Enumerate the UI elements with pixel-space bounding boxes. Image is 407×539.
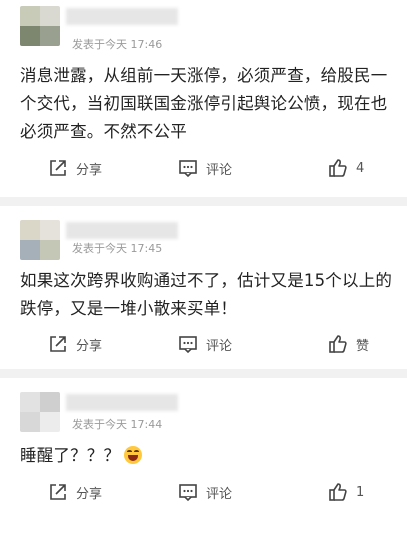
grinning-face-emoji: [124, 446, 143, 464]
thumbs-up-icon: [329, 483, 347, 501]
like-button[interactable]: 赞: [328, 331, 369, 357]
username[interactable]: [66, 222, 178, 239]
comment-actions: 分享 评论 赞: [0, 331, 407, 357]
comment-header: 发表于今天 17:45: [0, 206, 407, 260]
thumbs-up-icon: [329, 159, 347, 177]
comment-actions: 分享 评论 4: [0, 155, 407, 181]
comment-icon: [179, 160, 197, 178]
comment-feed: 发表于今天 17:46 消息泄露，从组前一天涨停，必须严查，给股民一个交代，当初…: [0, 0, 407, 539]
like-button[interactable]: 1: [328, 479, 364, 505]
comment-header: 发表于今天 17:46: [0, 0, 407, 51]
avatar[interactable]: [20, 220, 60, 260]
comment-button[interactable]: 评论: [178, 331, 232, 357]
comment-label: 评论: [206, 338, 233, 354]
share-icon: [50, 160, 66, 176]
share-button[interactable]: 分享: [48, 331, 102, 357]
comment-text-body: 睡醒了？？？: [20, 446, 121, 465]
share-label: 分享: [76, 162, 103, 178]
username[interactable]: [66, 394, 178, 411]
thumbs-up-icon: [329, 335, 347, 353]
share-label: 分享: [76, 486, 103, 502]
avatar[interactable]: [20, 392, 60, 432]
comment-card: 发表于今天 17:44 睡醒了？？？ 分享 评论 1: [0, 378, 407, 539]
timestamp: 发表于今天 17:46: [72, 38, 163, 51]
comment-label: 评论: [206, 486, 233, 502]
like-label: 赞: [356, 338, 370, 354]
comment-button[interactable]: 评论: [178, 479, 232, 505]
timestamp: 发表于今天 17:44: [72, 418, 163, 431]
comment-label: 评论: [206, 162, 233, 178]
share-icon: [50, 336, 66, 352]
comment-actions: 分享 评论 1: [0, 479, 407, 505]
divider: [0, 369, 407, 378]
avatar[interactable]: [20, 6, 60, 46]
share-button[interactable]: 分享: [48, 155, 102, 181]
comment-icon: [179, 484, 197, 502]
comment-icon: [179, 336, 197, 354]
share-button[interactable]: 分享: [48, 479, 102, 505]
comment-text: 如果这次跨界收购通过不了，估计又是15个以上的跌停，又是一堆小散来买单！: [20, 271, 393, 318]
comment-text: 消息泄露，从组前一天涨停，必须严查，给股民一个交代，当初国联国金涨停引起舆论公愤…: [20, 66, 388, 141]
comment-button[interactable]: 评论: [178, 155, 232, 181]
comment-card: 发表于今天 17:46 消息泄露，从组前一天涨停，必须严查，给股民一个交代，当初…: [0, 0, 407, 197]
comment-text: 睡醒了？？？: [20, 442, 395, 470]
divider: [0, 197, 407, 206]
share-icon: [50, 484, 66, 500]
share-label: 分享: [76, 338, 103, 354]
like-count: 4: [356, 160, 365, 176]
like-button[interactable]: 4: [328, 155, 364, 181]
comment-header: 发表于今天 17:44: [0, 378, 407, 432]
like-count: 1: [356, 484, 365, 500]
timestamp: 发表于今天 17:45: [72, 242, 163, 255]
comment-card: 发表于今天 17:45 如果这次跨界收购通过不了，估计又是15个以上的跌停，又是…: [0, 206, 407, 369]
username[interactable]: [66, 8, 178, 25]
